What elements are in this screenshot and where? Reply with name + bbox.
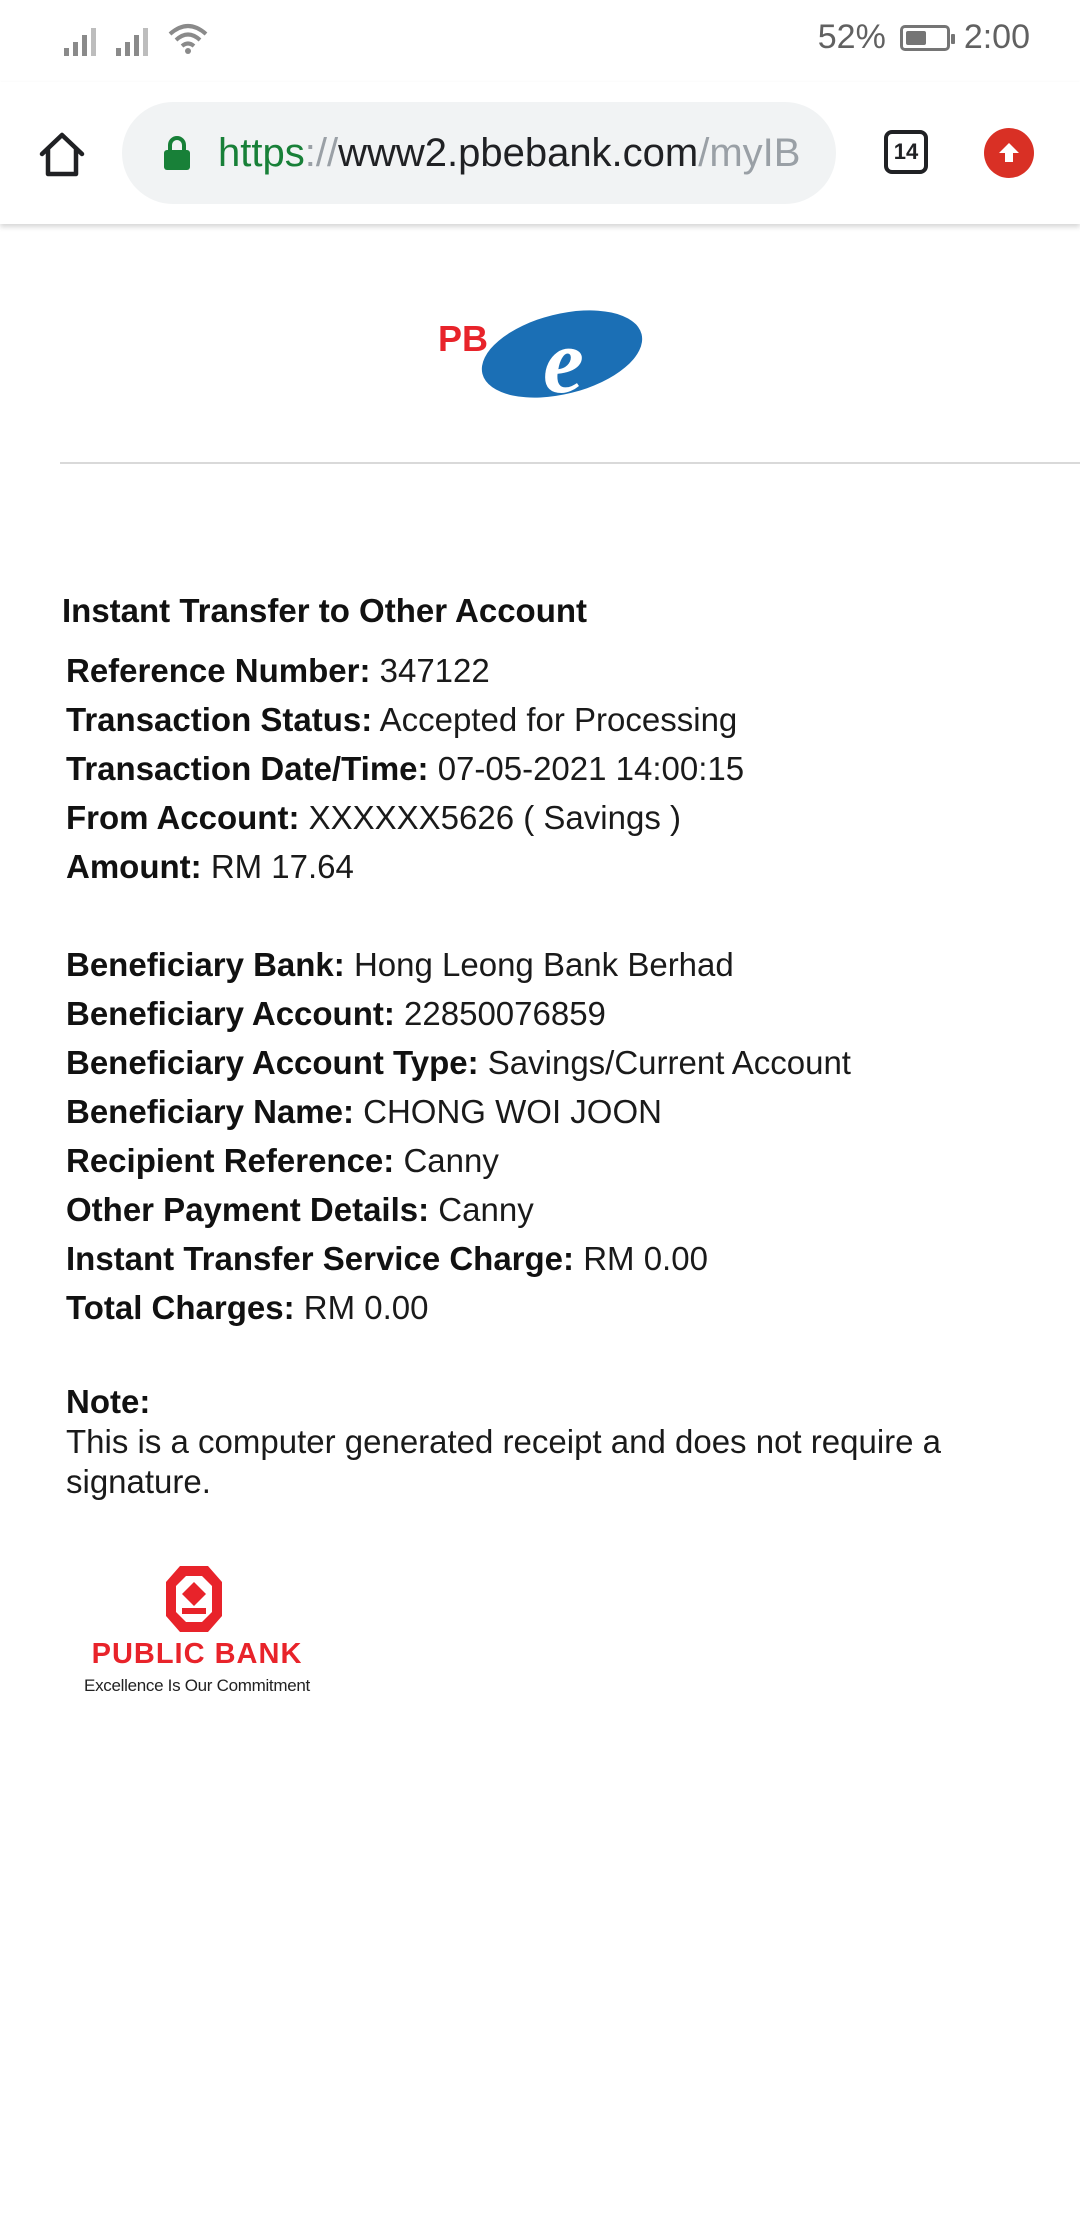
- receipt-note: Note: This is a computer generated recei…: [66, 1382, 1026, 1502]
- detail-value: Hong Leong Bank Berhad: [353, 946, 734, 983]
- detail-value: RM 0.00: [583, 1240, 708, 1277]
- pbe-logo: e PB: [438, 310, 643, 410]
- wifi-icon: [168, 24, 208, 54]
- beneficiary-row: Beneficiary Account: 22850076859: [66, 989, 1066, 1038]
- update-icon: [999, 143, 1019, 162]
- home-button[interactable]: [30, 122, 94, 186]
- public-bank-emblem-icon: [166, 1566, 222, 1632]
- detail-label: From Account:: [66, 799, 300, 836]
- detail-value: 07-05-2021 14:00:15: [437, 750, 745, 787]
- beneficiary-row: Total Charges: RM 0.00: [66, 1283, 1066, 1332]
- note-text: This is a computer generated receipt and…: [66, 1423, 942, 1500]
- detail-label: Instant Transfer Service Charge:: [66, 1240, 575, 1277]
- page-title: Instant Transfer to Other Account: [62, 592, 588, 629]
- lock-icon: [164, 136, 190, 170]
- url-separator: ://: [304, 131, 339, 175]
- detail-value: XXXXXX5626 ( Savings ): [308, 799, 681, 836]
- public-bank-logo: PUBLIC BANK Excellence Is Our Commitment: [70, 1562, 324, 1698]
- detail-label: Transaction Date/Time:: [66, 750, 429, 787]
- url-scheme: https: [218, 131, 305, 175]
- public-bank-name: PUBLIC BANK: [91, 1638, 303, 1670]
- beneficiary-row: Beneficiary Account Type: Savings/Curren…: [66, 1038, 1066, 1087]
- detail-row: Transaction Status: Accepted for Process…: [66, 695, 1066, 744]
- tab-switcher-button[interactable]: 14: [884, 130, 928, 174]
- signal-icon-2: [116, 22, 148, 56]
- detail-label: Total Charges:: [66, 1289, 295, 1326]
- clock: 2:00: [963, 18, 1030, 56]
- detail-label: Amount:: [66, 848, 202, 885]
- detail-value: RM 17.64: [210, 848, 354, 885]
- status-icons-right: 52% 2:00: [818, 18, 1030, 57]
- home-icon: [39, 132, 85, 177]
- detail-value: CHONG WOI JOON: [363, 1093, 662, 1130]
- detail-value: Savings/Current Account: [487, 1044, 851, 1081]
- url-host: www2.pbebank.com: [338, 131, 699, 175]
- battery-icon: [899, 24, 955, 51]
- tab-count: 14: [893, 139, 919, 164]
- browser-toolbar: https://www2.pbebank.com/myIB 14: [0, 82, 1080, 224]
- detail-row: Transaction Date/Time: 07-05-2021 14:00:…: [66, 744, 1066, 793]
- update-button[interactable]: [984, 128, 1034, 178]
- detail-row: Amount: RM 17.64: [66, 842, 1066, 891]
- detail-value: 22850076859: [404, 995, 606, 1032]
- status-icons-left: [64, 22, 208, 56]
- detail-label: Beneficiary Account:: [66, 995, 395, 1032]
- detail-label: Beneficiary Bank:: [66, 946, 345, 983]
- public-bank-tagline: Excellence Is Our Commitment: [84, 1676, 310, 1695]
- detail-label: Recipient Reference:: [66, 1142, 395, 1179]
- detail-label: Transaction Status:: [66, 701, 373, 738]
- battery-percent: 52%: [817, 18, 886, 56]
- url-text[interactable]: https://www2.pbebank.com/myIB: [218, 127, 814, 179]
- pbe-logo-e: e: [543, 310, 584, 410]
- battery-fill: [905, 30, 926, 45]
- detail-label: Beneficiary Account Type:: [66, 1044, 479, 1081]
- url-path: /myIB: [698, 131, 801, 175]
- receipt-details: Reference Number: 347122 Transaction Sta…: [66, 646, 1066, 1332]
- detail-row: From Account: XXXXXX5626 ( Savings ): [66, 793, 1066, 842]
- detail-label: Other Payment Details:: [66, 1191, 430, 1228]
- signal-icon: [64, 22, 96, 56]
- detail-row: Reference Number: 347122: [66, 646, 1066, 695]
- header-divider: [60, 462, 1080, 464]
- detail-value: RM 0.00: [303, 1289, 429, 1326]
- beneficiary-row: Instant Transfer Service Charge: RM 0.00: [66, 1234, 1066, 1283]
- note-label: Note:: [66, 1383, 151, 1420]
- pbe-logo-text: PB: [438, 318, 488, 359]
- detail-value: Accepted for Processing: [379, 701, 738, 738]
- beneficiary-row: Beneficiary Name: CHONG WOI JOON: [66, 1087, 1066, 1136]
- address-bar[interactable]: https://www2.pbebank.com/myIB: [122, 102, 836, 204]
- detail-value: 347122: [379, 652, 490, 689]
- detail-label: Beneficiary Name:: [66, 1093, 354, 1130]
- beneficiary-row: Recipient Reference: Canny: [66, 1136, 1066, 1185]
- detail-value: Canny: [438, 1191, 534, 1228]
- detail-label: Reference Number:: [66, 652, 371, 689]
- detail-value: Canny: [403, 1142, 499, 1179]
- beneficiary-row: Beneficiary Bank: Hong Leong Bank Berhad: [66, 940, 1066, 989]
- beneficiary-row: Other Payment Details: Canny: [66, 1185, 1066, 1234]
- status-bar: 52% 2:00: [0, 0, 1080, 82]
